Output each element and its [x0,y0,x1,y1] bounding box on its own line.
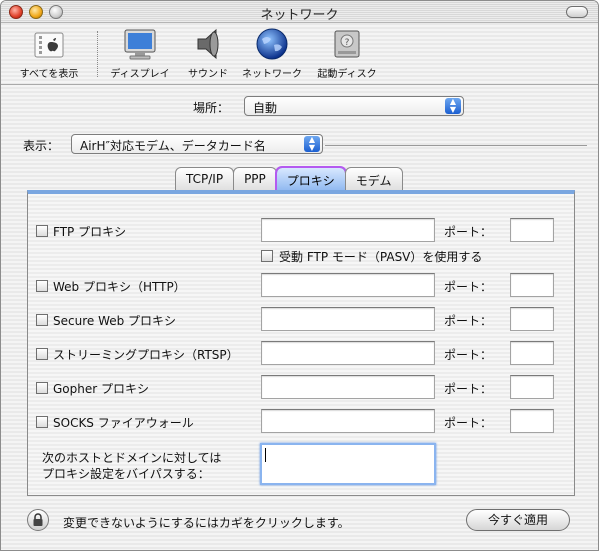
text-caret [265,448,266,462]
toolbar-startup-disk[interactable]: ? 起動ディスク [311,27,383,80]
bypass-hosts-field[interactable] [260,443,436,485]
passive-ftp-checkbox[interactable] [261,250,273,262]
streaming-proxy-label: ストリーミングプロキシ（RTSP） [53,348,239,362]
toolbar-show-all[interactable]: すべてを表示 [9,27,89,80]
display-icon [120,27,160,61]
ftp-proxy-port-field[interactable] [510,218,554,242]
gopher-proxy-server-field[interactable] [261,375,435,399]
socks-firewall-server-field[interactable] [261,409,435,433]
show-label: 表示： [23,139,60,153]
port-label: ポート： [444,382,493,396]
tab-proxy[interactable]: プロキシ [274,166,347,192]
toolbar-separator [97,31,98,77]
secure-web-proxy-server-field[interactable] [261,307,435,331]
tab-modem[interactable]: モデム [344,167,403,191]
divider [325,145,587,146]
tab-bar: TCP/IP PPP プロキシ モデム [175,166,403,192]
show-popup[interactable]: AirH″対応モデム、データカード名 ▲ ▼ [71,134,323,154]
proxy-panel: FTP プロキシ ポート： 受動 FTP モード（PASV）を使用する Web … [27,190,575,496]
web-proxy-label: Web プロキシ（HTTP） [53,280,186,294]
web-proxy-checkbox[interactable] [36,280,48,292]
web-proxy-server-field[interactable] [261,273,435,297]
toolbar-label: サウンド [188,69,228,80]
tab-ppp[interactable]: PPP [233,167,277,191]
toolbar-sound[interactable]: サウンド [179,27,237,80]
toolbar-label: 起動ディスク [317,69,377,80]
svg-text:?: ? [345,38,350,48]
toolbar-label: ディスプレイ [110,69,170,80]
secure-web-proxy-label: Secure Web プロキシ [53,314,177,328]
lock-button[interactable] [27,509,49,531]
speaker-icon [188,27,228,61]
ftp-proxy-checkbox[interactable] [36,225,48,237]
toolbar: すべてを表示 ディスプレイ サウンド ネットワーク ? 起動ディスク [1,23,598,85]
popup-arrows-icon: ▲ ▼ [445,98,461,114]
apple-logo-icon [29,27,69,61]
tab-tcpip[interactable]: TCP/IP [175,167,235,191]
hard-disk-icon: ? [327,27,367,61]
port-label: ポート： [444,225,493,239]
title-bar[interactable]: ネットワーク [1,1,598,23]
toolbar-label: すべてを表示 [19,69,79,80]
lock-icon [33,513,43,526]
toolbar-label: ネットワーク [242,69,302,80]
show-value: AirH″対応モデム、データカード名 [80,139,266,153]
location-popup[interactable]: 自動 ▲ ▼ [244,96,464,116]
streaming-proxy-checkbox[interactable] [36,348,48,360]
gopher-proxy-port-field[interactable] [510,375,554,399]
toolbar-display[interactable]: ディスプレイ [105,27,175,80]
toolbar-network[interactable]: ネットワーク [237,27,307,80]
bypass-label-line1: 次のホストとドメインに対しては [42,451,222,465]
gopher-proxy-label: Gopher プロキシ [53,382,149,396]
gopher-proxy-checkbox[interactable] [36,382,48,394]
network-preferences-window: ネットワーク すべてを表示 ディスプレイ サウンド ネットワーク ? 起動ディス… [0,0,599,551]
ftp-proxy-server-field[interactable] [261,218,435,242]
secure-web-proxy-checkbox[interactable] [36,314,48,326]
socks-firewall-label: SOCKS ファイアウォール [53,416,194,430]
window-title: ネットワーク [260,8,339,23]
streaming-proxy-port-field[interactable] [510,341,554,365]
location-value: 自動 [253,101,278,115]
apply-now-button[interactable]: 今すぐ適用 [466,509,570,531]
streaming-proxy-server-field[interactable] [261,341,435,365]
bypass-label-line2: プロキシ設定をバイパスする： [42,467,210,481]
lock-message: 変更できないようにするにはカギをクリックします。 [63,516,350,530]
toolbar-toggle-button[interactable] [566,6,588,18]
port-label: ポート： [444,348,493,362]
socks-firewall-checkbox[interactable] [36,416,48,428]
secure-web-proxy-port-field[interactable] [510,307,554,331]
popup-arrows-icon: ▲ ▼ [304,136,320,152]
port-label: ポート： [444,416,493,430]
location-label: 場所： [193,101,230,115]
socks-firewall-port-field[interactable] [510,409,554,433]
passive-ftp-label: 受動 FTP モード（PASV）を使用する [279,250,483,264]
web-proxy-port-field[interactable] [510,273,554,297]
ftp-proxy-label: FTP プロキシ [53,225,127,239]
globe-icon [252,27,292,61]
port-label: ポート： [444,280,493,294]
port-label: ポート： [444,314,493,328]
